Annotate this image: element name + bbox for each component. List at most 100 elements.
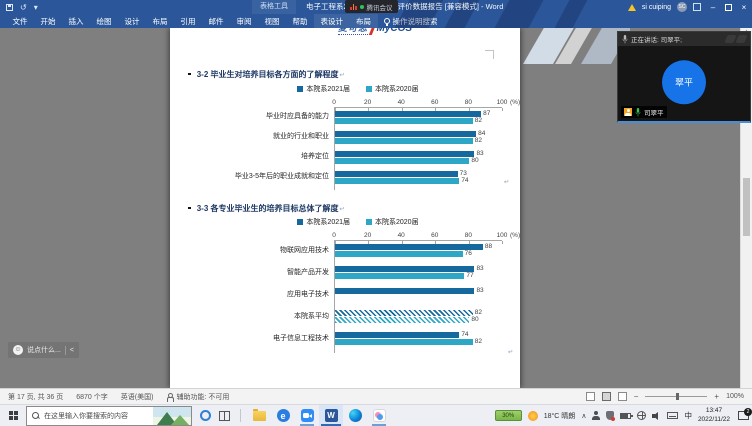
bar-category-label: 本院系平均 [222, 313, 334, 320]
floating-chat-widget[interactable]: ☺ 说点什么... < [8, 342, 79, 358]
word-button[interactable]: W [319, 405, 343, 426]
qat-more-icon[interactable]: ▾ [34, 3, 38, 12]
logo-en-text: MyCOS [377, 28, 413, 34]
margin-corner-mark [485, 50, 494, 59]
tab-10[interactable]: 帮助 [286, 14, 314, 28]
tray-touch-keyboard-icon[interactable] [667, 412, 678, 419]
tab-0[interactable]: 文件 [6, 14, 34, 28]
word-icon: W [325, 409, 338, 422]
edge-button[interactable] [343, 405, 367, 426]
minimize-button[interactable]: – [707, 3, 719, 12]
tab-6[interactable]: 引用 [174, 14, 202, 28]
task-view-icon[interactable] [219, 411, 230, 421]
bar-series-1: 82 [335, 118, 473, 124]
bar-category-label: 电子信息工程技术 [222, 335, 334, 342]
word-count[interactable]: 6870 个字 [76, 392, 108, 402]
print-layout-button[interactable] [602, 392, 611, 401]
zoom-level[interactable]: 100% [726, 393, 744, 400]
chat-widget-label[interactable]: 说点什么... [27, 345, 61, 355]
meeting-video-panel[interactable]: 正在讲话: 司翠平; 翠平 司翠平 [617, 31, 751, 123]
pilcrow-mark: ↵ [504, 178, 509, 186]
chart-row: 就业的行业和职业8482 [222, 127, 520, 147]
chart-rows: 物联网应用技术8876智能产品开发8377应用电子技术83本院系平均8280电子… [222, 240, 520, 350]
tray-person-icon[interactable] [592, 411, 600, 420]
account-avatar[interactable]: SC [677, 2, 687, 12]
action-center-icon[interactable]: 2 [738, 411, 749, 420]
web-layout-button[interactable] [618, 392, 627, 401]
axis-tick-label: 0 [332, 99, 336, 106]
ribbon-display-options-icon[interactable] [693, 3, 701, 11]
warning-icon[interactable] [628, 4, 636, 11]
tray-volume-icon[interactable] [652, 411, 661, 420]
close-button[interactable]: × [738, 3, 750, 12]
save-icon[interactable] [6, 4, 13, 11]
axis-tick-label: 20 [364, 99, 371, 106]
zoom-out-button[interactable]: − [634, 392, 639, 401]
meeting-app-icon [301, 409, 314, 422]
legend-swatch [366, 86, 372, 92]
chart-row: 应用电子技术83 [222, 284, 520, 306]
zoom-in-button[interactable]: + [714, 392, 719, 401]
zoom-slider[interactable] [645, 396, 707, 397]
weather-text[interactable]: 18°C 晴朗 [544, 411, 576, 421]
participant-name-chip: 司翠平 [621, 106, 667, 118]
context-tab-0[interactable]: 表设计 [314, 14, 350, 28]
scrollbar-thumb[interactable] [743, 178, 750, 236]
browser-button[interactable]: e [271, 405, 295, 426]
undo-icon[interactable]: ↺ [20, 3, 27, 12]
account-name[interactable]: si cuiping [642, 4, 671, 11]
bar-plot-area: 8280 [334, 306, 502, 328]
search-highlight-image[interactable] [153, 407, 191, 425]
bar-plot-area: 8482 [334, 127, 502, 147]
restore-button[interactable] [725, 4, 732, 11]
context-tab-1[interactable]: 布局 [350, 14, 378, 28]
tray-battery-icon[interactable] [620, 413, 631, 419]
legend-item-0: 本院系2021届 [297, 217, 350, 227]
bar-series-0: 73 [335, 171, 458, 177]
bar-category-label: 培养定位 [222, 153, 334, 160]
folder-icon [253, 411, 266, 421]
language-indicator[interactable]: 英语(美国) [121, 392, 154, 402]
tab-5[interactable]: 布局 [146, 14, 174, 28]
chat-app-icon [373, 409, 386, 422]
tab-4[interactable]: 设计 [118, 14, 146, 28]
tencent-meeting-button[interactable] [295, 405, 319, 426]
accessibility-status[interactable]: 辅助功能: 不可用 [166, 392, 229, 402]
bar-value-label: 83 [476, 287, 483, 294]
chart-row: 毕业3-5年后的职业成就和定位7374 [222, 167, 520, 187]
bar-value-label: 88 [485, 243, 492, 250]
tab-2[interactable]: 插入 [62, 14, 90, 28]
taskbar-search-box[interactable]: 在这里输入你要搜索的内容 [26, 406, 192, 426]
windows-taskbar: 在这里输入你要搜索的内容 e W 30% 18°C 晴朗 ∧ 中 13:47 2… [0, 404, 752, 426]
collapse-icon[interactable]: < [70, 347, 74, 354]
hidden-icons-chevron[interactable]: ∧ [581, 412, 586, 420]
emoji-icon[interactable]: ☺ [13, 345, 23, 355]
tencent-meeting-mini-bar[interactable]: 腾讯会议 [345, 0, 398, 13]
participant-avatar: 翠平 [662, 60, 706, 104]
word-titlebar: ↺ ▾ 表格工具 电子工程系2021届培养质量评价数据报告 [兼容模式] - W… [0, 0, 752, 14]
file-explorer-button[interactable] [247, 405, 271, 426]
word-status-bar: 第 17 页, 共 36 页 6870 个字 英语(美国) 辅助功能: 不可用 … [0, 388, 752, 404]
logo-slash [369, 28, 376, 35]
tab-3[interactable]: 绘图 [90, 14, 118, 28]
tab-7[interactable]: 邮件 [202, 14, 230, 28]
ime-indicator[interactable]: 中 [684, 410, 692, 421]
tray-network-icon[interactable] [637, 411, 646, 420]
tab-8[interactable]: 审阅 [230, 14, 258, 28]
chat-app-button[interactable] [367, 405, 391, 426]
quick-access-toolbar: ↺ ▾ [6, 0, 38, 14]
ribbon-tabs: 文件开始插入绘图设计布局引用邮件审阅视图帮助表设计布局操作说明搜索 [0, 14, 752, 28]
tray-security-icon[interactable] [606, 411, 614, 420]
tab-9[interactable]: 视图 [258, 14, 286, 28]
clock[interactable]: 13:47 2022/11/22 [698, 407, 730, 424]
page-info[interactable]: 第 17 页, 共 36 页 [8, 392, 63, 402]
tab-1[interactable]: 开始 [34, 14, 62, 28]
battery-widget[interactable]: 30% [495, 410, 522, 421]
cortana-icon[interactable] [200, 410, 211, 421]
tell-me-search[interactable]: 操作说明搜索 [378, 14, 444, 28]
bar-series-0: 87 [335, 111, 481, 117]
bar-category-label: 毕业3-5年后的职业成就和定位 [222, 173, 334, 180]
read-mode-button[interactable] [586, 392, 595, 401]
start-button[interactable] [0, 405, 26, 426]
zoom-slider-knob[interactable] [676, 393, 679, 400]
